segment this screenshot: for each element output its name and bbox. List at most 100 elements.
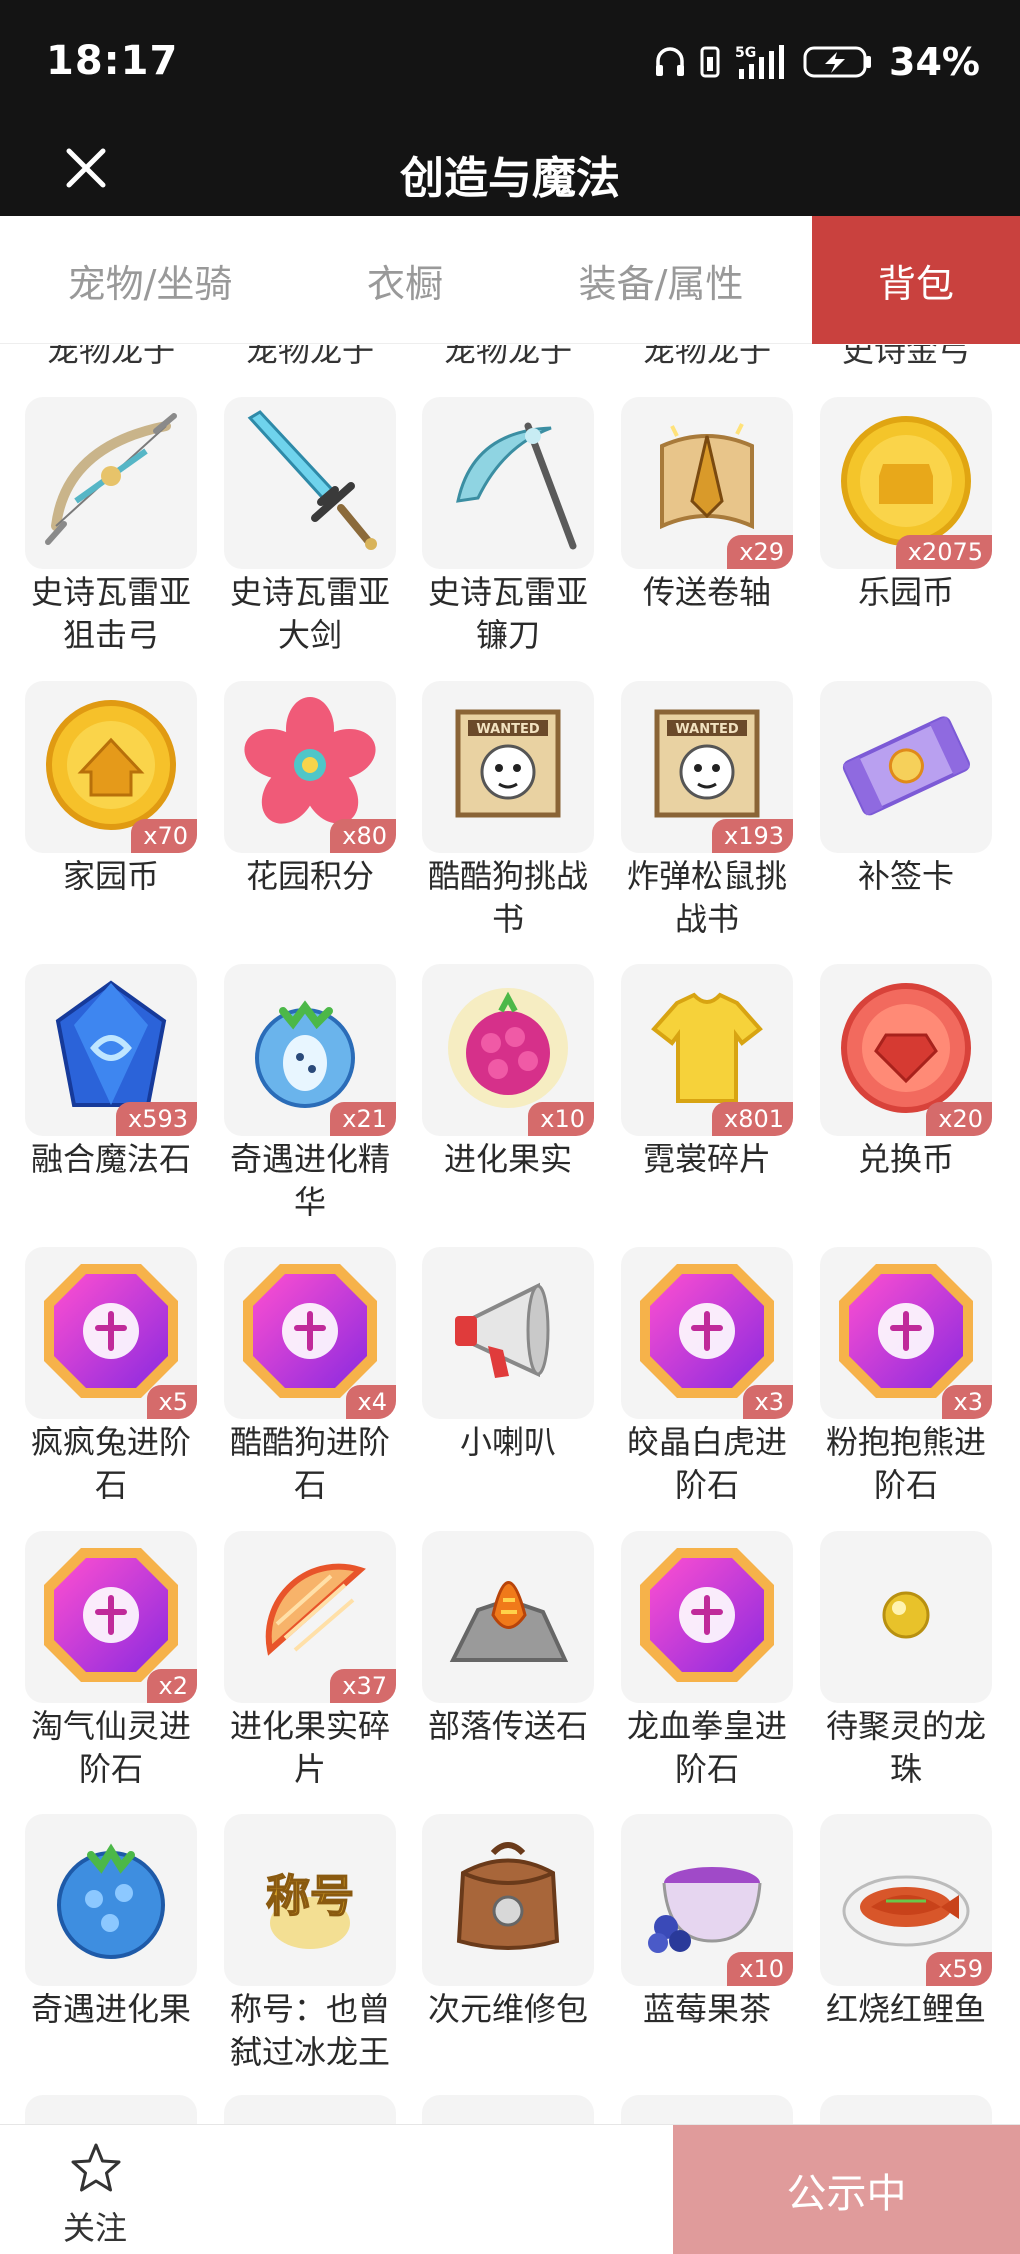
list-item[interactable] [21,2095,201,2125]
item-icon-box[interactable] [820,681,992,853]
megaphone-icon [433,1256,583,1410]
title-badge-text: 称号 [266,1871,354,1922]
item-icon-box[interactable]: x21 [224,964,396,1136]
vibrate-icon [699,45,721,79]
inventory-item[interactable]: 待聚灵的龙 珠 [816,1531,996,1791]
item-icon-box[interactable]: 称号 [224,1814,396,1986]
item-icon-box[interactable]: x2 [25,1531,197,1703]
inventory-item[interactable]: x70 家园币 [21,681,201,898]
inventory-item[interactable]: 龙血拳皇进 阶石 [617,1531,797,1791]
inventory-item[interactable]: 补签卡 [816,681,996,898]
item-icon-box[interactable]: x3 [621,1247,793,1419]
tab-wardrobe[interactable]: 衣橱 [300,216,510,344]
inventory-item[interactable]: x4 酷酷狗进阶 石 [220,1247,400,1507]
item-icon-box[interactable]: WANTED x193 [621,681,793,853]
item-icon-box[interactable]: x70 [25,681,197,853]
inventory-item[interactable]: x10 进化果实 [418,964,598,1181]
quantity-badge: x10 [528,1102,594,1136]
inventory-item[interactable]: 史诗瓦雷亚 镰刀 [418,397,598,657]
item-icon-box[interactable] [422,2095,594,2125]
network-label: 5G [735,45,756,61]
item-icon-box[interactable] [422,1531,594,1703]
inventory-item[interactable]: WANTED x193 炸弹松鼠挑 战书 [617,681,797,941]
item-icon-box[interactable]: x593 [25,964,197,1136]
item-icon-box[interactable]: x37 [224,1531,396,1703]
inventory-item[interactable]: 次元维修包 [418,1814,598,2031]
sword-icon [235,406,385,560]
inventory-item[interactable]: x2075 乐园币 [816,397,996,614]
item-icon-box[interactable] [25,2095,197,2125]
inventory-item[interactable]: 称号 称号：也曾 弑过冰龙王 [220,1814,400,2074]
item-icon-box[interactable] [820,2095,992,2125]
inventory-item[interactable]: 史诗瓦雷亚 大剑 [220,397,400,657]
star-icon [71,2143,121,2192]
tab-pets-mounts[interactable]: 宠物/坐骑 [0,216,300,344]
quantity-badge: x4 [345,1385,396,1419]
list-item[interactable] [418,2095,598,2125]
inventory-item[interactable]: 奇遇进化果 [21,1814,201,2031]
inventory-item[interactable]: x5 疯疯兔进阶 石 [21,1247,201,1507]
quantity-badge: x5 [146,1385,197,1419]
quantity-badge: x29 [727,535,793,569]
item-icon-box[interactable] [25,1814,197,1986]
item-icon-box[interactable] [820,1531,992,1703]
item-name: 史诗瓦雷亚 大剑 [229,573,390,654]
item-icon-box[interactable]: x80 [224,681,396,853]
inventory-item[interactable]: 部落传送石 [418,1531,598,1748]
inventory-item[interactable]: x20 兑换币 [816,964,996,1181]
item-icon-box[interactable]: x3 [820,1247,992,1419]
item-icon-box[interactable] [621,2095,793,2125]
item-icon-box[interactable] [422,397,594,569]
item-icon-box[interactable] [25,397,197,569]
item-icon-box[interactable]: x20 [820,964,992,1136]
list-item[interactable] [816,2095,996,2125]
inventory-item[interactable]: WANTED 酷酷狗挑战 书 [418,681,598,941]
item-name: 待聚灵的龙 珠 [825,1707,986,1788]
cut-item-label: 宠物龙子 [443,345,572,369]
item-icon-box[interactable] [224,2095,396,2125]
inventory-item[interactable]: x3 粉抱抱熊进 阶石 [816,1247,996,1507]
item-icon-box[interactable]: x4 [224,1247,396,1419]
inventory-item[interactable]: x801 霓裳碎片 [617,964,797,1181]
inventory-item[interactable]: x593 融合魔法石 [21,964,201,1181]
item-icon-box[interactable]: x59 [820,1814,992,1986]
list-item[interactable] [220,2095,400,2125]
item-icon-box[interactable] [224,397,396,569]
title-badge-icon: 称号 [235,1823,385,1977]
item-name: 进化果实 [443,1140,572,1178]
inventory-item[interactable]: x80 花园积分 [220,681,400,898]
inventory-item[interactable]: x2 淘气仙灵进 阶石 [21,1531,201,1791]
item-icon-box[interactable]: x801 [621,964,793,1136]
inventory-item[interactable]: x3 皎晶白虎进 阶石 [617,1247,797,1507]
inventory-grid[interactable]: 宠物龙子 宠物龙子 宠物龙子 宠物龙子 史诗金弓 史诗瓦雷亚 狙击弓 史诗瓦雷亚 … [0,345,1020,2125]
item-icon-box[interactable]: x2075 [820,397,992,569]
item-icon-box[interactable]: x5 [25,1247,197,1419]
item-icon-box[interactable] [422,1814,594,1986]
item-icon-box[interactable]: x10 [621,1814,793,1986]
item-name: 酷酷狗进阶 石 [229,1423,390,1504]
tab-equipment[interactable]: 装备/属性 [510,216,812,344]
tab-backpack[interactable]: 背包 [812,216,1020,344]
inventory-item[interactable]: x29 传送卷轴 [617,397,797,614]
item-icon-box[interactable]: x10 [422,964,594,1136]
item-name: 酷酷狗挑战 书 [427,857,588,938]
inventory-item[interactable]: x59 红烧红鲤鱼 [816,1814,996,2031]
inventory-item[interactable]: 小喇叭 [418,1247,598,1464]
item-icon-box[interactable] [621,1531,793,1703]
quantity-badge: x193 [711,819,793,853]
inventory-item[interactable]: 史诗瓦雷亚 狙击弓 [21,397,201,657]
item-name: 乐园币 [857,573,954,611]
ticket-icon [831,690,981,844]
inventory-item[interactable]: x37 进化果实碎 片 [220,1531,400,1791]
item-icon-box[interactable]: x29 [621,397,793,569]
list-item[interactable] [617,2095,797,2125]
item-name: 疯疯兔进阶 石 [30,1423,191,1504]
inventory-item[interactable]: x21 奇遇进化精 华 [220,964,400,1224]
item-icon-box[interactable] [422,1247,594,1419]
item-name: 蓝莓果茶 [642,1990,771,2028]
item-icon-box[interactable]: WANTED [422,681,594,853]
public-status-button[interactable]: 公示中 [673,2125,1020,2254]
inventory-item[interactable]: x10 蓝莓果茶 [617,1814,797,2031]
follow-button[interactable]: 关注 [40,2135,150,2247]
item-name: 红烧红鲤鱼 [825,1990,986,2028]
